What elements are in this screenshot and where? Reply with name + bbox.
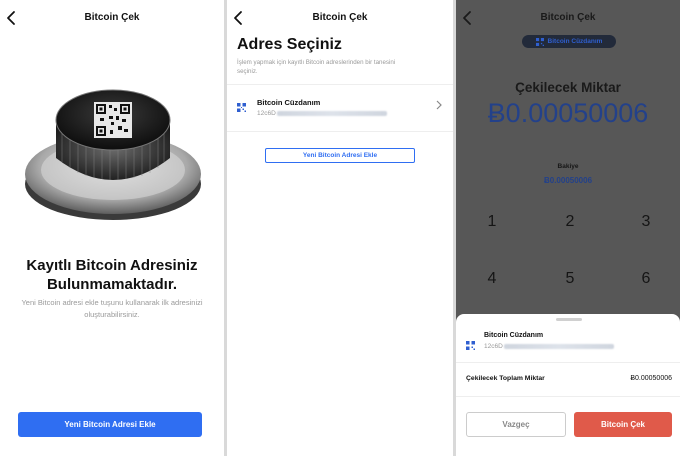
balance-label: Bakiye bbox=[557, 163, 579, 170]
chevron-right-icon bbox=[436, 100, 442, 110]
divider bbox=[227, 84, 453, 85]
qr-code-icon bbox=[535, 37, 544, 46]
qr-code-icon bbox=[466, 341, 475, 350]
qr-device-illustration-icon bbox=[25, 89, 201, 220]
confirm-bottom-sheet: Bitcoin Cüzdanım 12c6D Çekilecek Toplam … bbox=[456, 314, 680, 456]
page-title: Bitcoin Çek bbox=[312, 12, 368, 23]
add-bitcoin-address-button[interactable]: Yeni Bitcoin Adresi Ekle bbox=[18, 412, 202, 437]
selected-wallet-chip: Bitcoin Cüzdanım bbox=[522, 35, 616, 48]
wallet-name: Bitcoin Cüzdanım bbox=[257, 98, 321, 107]
empty-state-title: Kayıtlı Bitcoin Adresiniz Bulunmamaktadı… bbox=[26, 257, 198, 293]
divider bbox=[456, 362, 680, 363]
selected-wallet-name: Bitcoin Cüzdanım bbox=[547, 38, 603, 45]
select-address-screen: Bitcoin Çek Adres Seçiniz İşlem yapmak i… bbox=[227, 0, 453, 456]
total-amount-value: Ƀ0.00050006 bbox=[630, 375, 672, 382]
total-amount-label: Çekilecek Toplam Miktar bbox=[466, 375, 545, 382]
withdraw-amount-screen: Bitcoin Çek Bitcoin Cüzdanım Çekilecek M… bbox=[456, 0, 680, 456]
withdraw-bitcoin-button[interactable]: Bitcoin Çek bbox=[574, 412, 672, 437]
keypad-key-5[interactable]: 5 bbox=[550, 270, 590, 288]
wallet-address: 12c6D bbox=[257, 110, 387, 117]
page-title: Bitcoin Çek bbox=[84, 12, 140, 23]
keypad-key-1[interactable]: 1 bbox=[472, 213, 512, 231]
amount-label: Çekilecek Miktar bbox=[515, 80, 621, 95]
header: Bitcoin Çek bbox=[456, 0, 680, 36]
sheet-drag-handle[interactable] bbox=[556, 318, 582, 321]
wallet-list-item[interactable]: Bitcoin Cüzdanım 12c6D bbox=[227, 90, 453, 126]
header: Bitcoin Çek bbox=[227, 0, 453, 36]
add-bitcoin-address-button[interactable]: Yeni Bitcoin Adresi Ekle bbox=[265, 148, 415, 163]
keypad-key-3[interactable]: 3 bbox=[626, 213, 666, 231]
divider bbox=[227, 131, 453, 132]
wallet-address: 12c6D bbox=[484, 343, 614, 350]
screens-container: Bitcoin Çek Kayıtlı Bitcoin Adresiniz Bu… bbox=[0, 0, 680, 456]
divider bbox=[456, 396, 680, 397]
keypad-key-4[interactable]: 4 bbox=[472, 270, 512, 288]
select-address-heading: Adres Seçiniz bbox=[237, 36, 342, 53]
select-address-description: İşlem yapmak için kayıtlı Bitcoin adresl… bbox=[237, 59, 396, 75]
keypad-key-6[interactable]: 6 bbox=[626, 270, 666, 288]
page-title: Bitcoin Çek bbox=[540, 12, 596, 23]
header: Bitcoin Çek bbox=[0, 0, 224, 36]
qr-code-icon bbox=[237, 103, 246, 112]
keypad-key-2[interactable]: 2 bbox=[550, 213, 590, 231]
empty-state-screen: Bitcoin Çek Kayıtlı Bitcoin Adresiniz Bu… bbox=[0, 0, 224, 456]
wallet-name: Bitcoin Cüzdanım bbox=[484, 332, 544, 339]
balance-value: Ƀ0.00050006 bbox=[543, 176, 593, 185]
cancel-button[interactable]: Vazgeç bbox=[466, 412, 566, 437]
amount-value: Ƀ0.00050006 bbox=[487, 98, 649, 128]
empty-state-subtitle: Yeni Bitcoin adresi ekle tuşunu kullanar… bbox=[21, 298, 203, 319]
